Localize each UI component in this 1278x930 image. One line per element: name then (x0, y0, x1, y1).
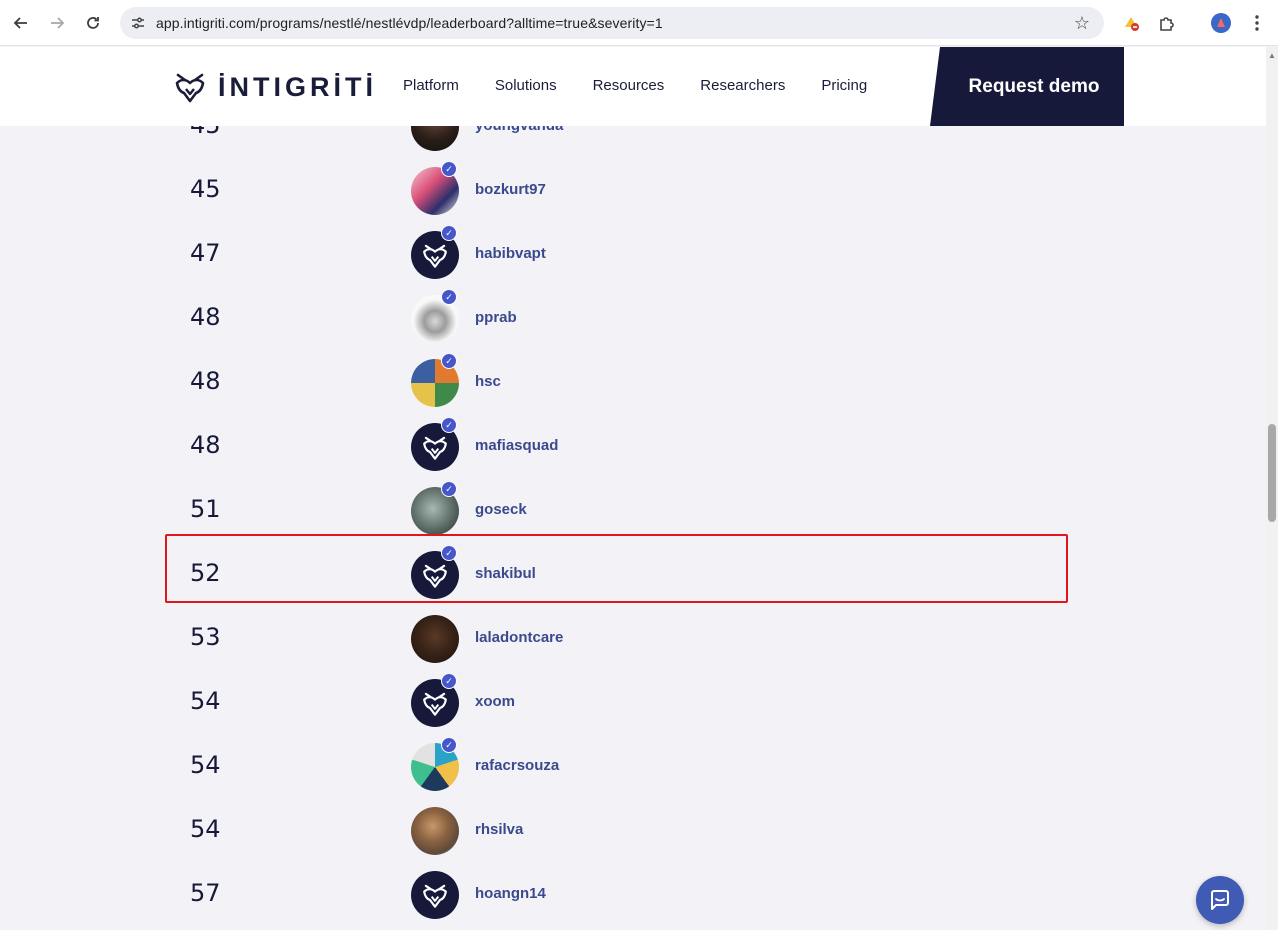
scrollbar-thumb[interactable] (1268, 424, 1276, 522)
chat-launcher-button[interactable] (1196, 876, 1244, 924)
rank-number: 45 (190, 175, 221, 203)
intigriti-bug-icon (423, 564, 447, 588)
intigriti-bug-icon (423, 436, 447, 460)
url-text: app.intigriti.com/programs/nestlé/nestlé… (156, 15, 663, 31)
arrow-right-icon (51, 17, 65, 29)
verified-check-icon: ✓ (441, 417, 457, 433)
leaderboard: 45youngvanda45✓bozkurt9747✓habibvapt48✓p… (0, 0, 1266, 930)
leaderboard-row: 54 ✓ xoom (165, 671, 1068, 735)
kebab-menu-icon[interactable] (1245, 11, 1269, 35)
leaderboard-row: 51 ✓ goseck (165, 479, 1068, 543)
rank-number: 54 (190, 687, 221, 715)
forward-button[interactable] (45, 11, 69, 35)
rank-number: 48 (190, 303, 221, 331)
user-avatar[interactable] (411, 807, 459, 855)
intigriti-bug-icon (423, 692, 447, 716)
extension-icon[interactable] (1119, 11, 1143, 35)
verified-check-icon: ✓ (441, 737, 457, 753)
verified-check-icon: ✓ (441, 545, 457, 561)
rank-number: 54 (190, 815, 221, 843)
leaderboard-row: 54 ✓ rafacrsouza (165, 735, 1068, 799)
leaderboard-row: 53 laladontcare (165, 607, 1068, 671)
intigriti-bug-icon (175, 73, 205, 103)
logo-wordmark: İNTIGRİTİ (218, 71, 377, 102)
address-bar[interactable]: app.intigriti.com/programs/nestlé/nestlé… (120, 7, 1104, 39)
request-demo-label: Request demo (968, 75, 1100, 97)
nav-solutions[interactable]: Solutions (495, 77, 557, 94)
main-nav: Platform Solutions Resources Researchers… (403, 77, 903, 94)
rank-number: 53 (190, 623, 221, 651)
back-button[interactable] (9, 11, 33, 35)
username-link[interactable]: rhsilva (475, 821, 523, 838)
verified-check-icon: ✓ (441, 353, 457, 369)
reload-icon (87, 17, 99, 29)
username-link[interactable]: hoangn14 (475, 885, 546, 902)
user-avatar[interactable] (411, 615, 459, 663)
nav-researchers[interactable]: Researchers (700, 77, 785, 94)
nav-platform[interactable]: Platform (403, 77, 459, 94)
reload-button[interactable] (81, 11, 105, 35)
leaderboard-row: 48 ✓ hsc (165, 351, 1068, 415)
site-settings-icon[interactable] (130, 15, 146, 31)
leaderboard-row: 52 ✓ shakibul (165, 543, 1068, 607)
leaderboard-row: 45 ✓ bozkurt97 (165, 159, 1068, 223)
username-link[interactable]: pprab (475, 309, 517, 326)
intigriti-bug-icon (423, 884, 447, 908)
intigriti-logo[interactable]: İNTIGRİTİ (172, 69, 377, 105)
rank-number: 51 (190, 495, 221, 523)
verified-check-icon: ✓ (441, 289, 457, 305)
intigriti-bug-icon (423, 244, 447, 268)
scroll-up-arrow-icon[interactable]: ▲ (1268, 51, 1276, 60)
star-icon[interactable]: ☆ (1074, 13, 1090, 34)
puzzle-icon[interactable] (1155, 11, 1179, 35)
browser-toolbar: app.intigriti.com/programs/nestlé/nestlé… (0, 0, 1278, 46)
profile-avatar[interactable] (1209, 11, 1233, 35)
leaderboard-row: 48 ✓ mafiasquad (165, 415, 1068, 479)
username-link[interactable]: hsc (475, 373, 501, 390)
username-link[interactable]: mafiasquad (475, 437, 558, 454)
user-avatar[interactable] (411, 871, 459, 919)
arrow-left-icon (13, 17, 27, 29)
leaderboard-row: 54 rhsilva (165, 799, 1068, 863)
leaderboard-row: 57 hoangn14 (165, 863, 1068, 927)
rank-number: 57 (190, 879, 221, 907)
username-link[interactable]: bozkurt97 (475, 181, 546, 198)
verified-check-icon: ✓ (441, 225, 457, 241)
username-link[interactable]: rafacrsouza (475, 757, 559, 774)
chat-bubble-icon (1211, 890, 1229, 910)
request-demo-button[interactable]: Request demo (930, 47, 1124, 126)
username-link[interactable]: habibvapt (475, 245, 546, 262)
site-header: İNTIGRİTİ Platform Solutions Resources R… (0, 47, 1266, 126)
username-link[interactable]: laladontcare (475, 629, 563, 646)
username-link[interactable]: xoom (475, 693, 515, 710)
nav-pricing[interactable]: Pricing (821, 77, 867, 94)
rank-number: 47 (190, 239, 221, 267)
nav-resources[interactable]: Resources (593, 77, 665, 94)
leaderboard-row: 48 ✓ pprab (165, 287, 1068, 351)
leaderboard-row: 47 ✓ habibvapt (165, 223, 1068, 287)
rank-number: 52 (190, 559, 221, 587)
username-link[interactable]: goseck (475, 501, 527, 518)
verified-check-icon: ✓ (441, 161, 457, 177)
verified-check-icon: ✓ (441, 481, 457, 497)
verified-check-icon: ✓ (441, 673, 457, 689)
username-link[interactable]: shakibul (475, 565, 536, 582)
rank-number: 48 (190, 367, 221, 395)
rank-number: 54 (190, 751, 221, 779)
rank-number: 48 (190, 431, 221, 459)
